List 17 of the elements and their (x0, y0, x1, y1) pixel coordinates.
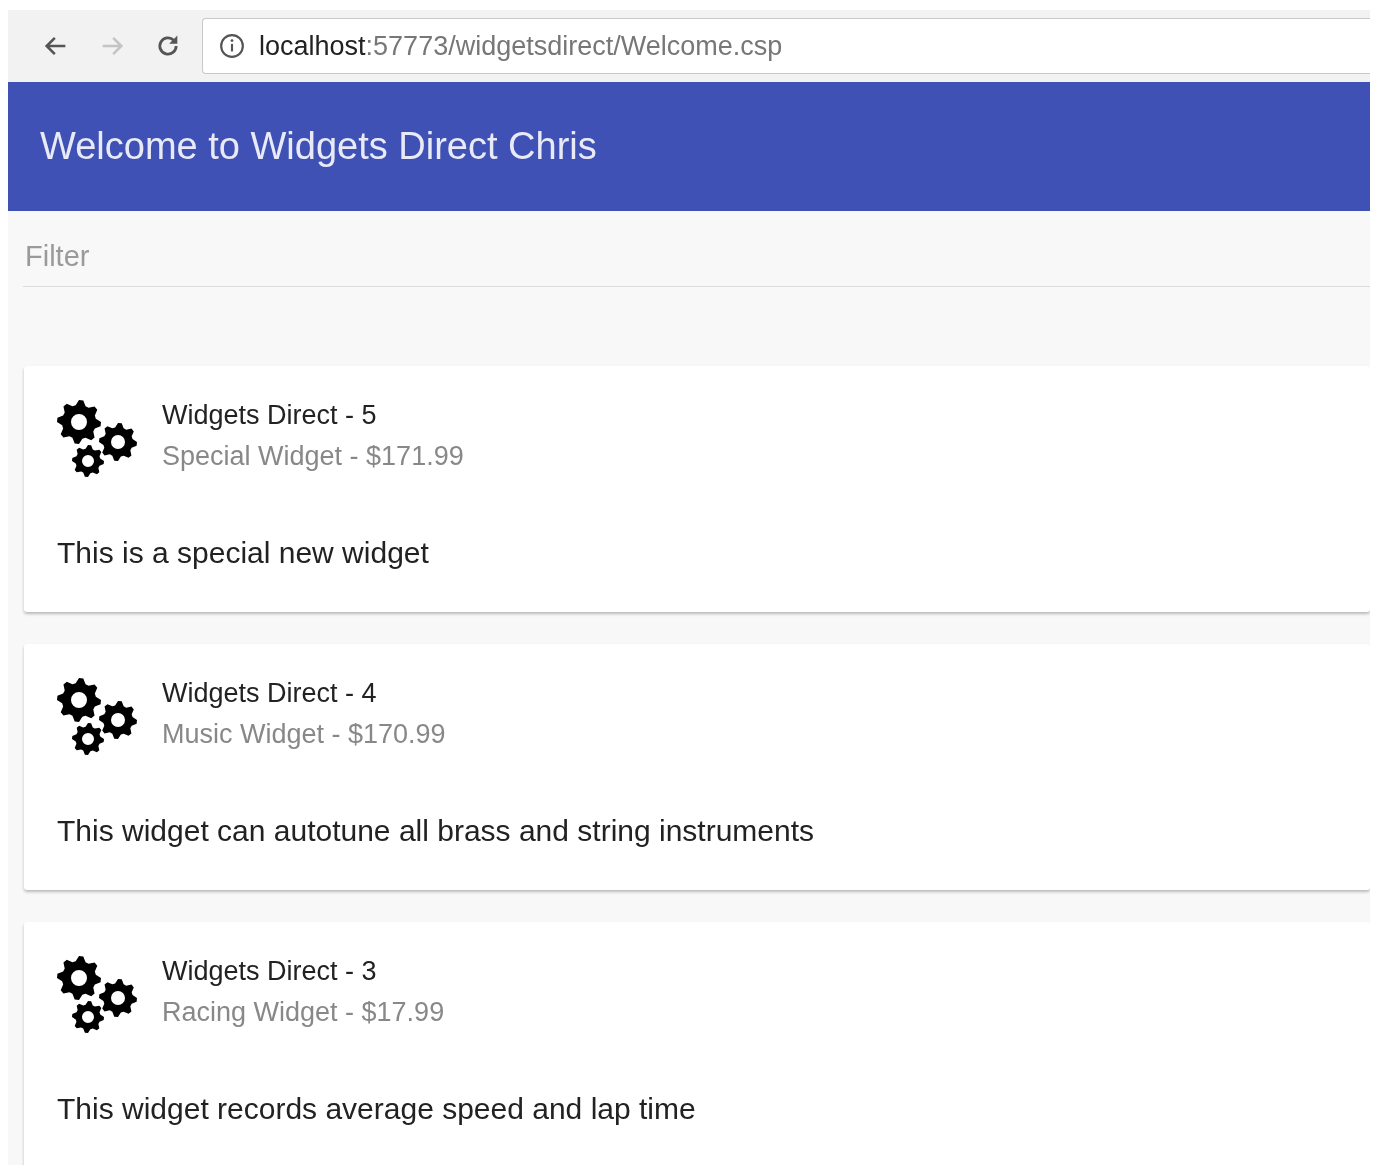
card-subtitle: Music Widget - $170.99 (162, 719, 446, 750)
card-description: This widget can autotune all brass and string instruments (57, 814, 816, 848)
address-bar[interactable]: localhost:57773/widgetsdirect/Welcome.csp (202, 18, 1370, 74)
url-text: localhost:57773/widgetsdirect/Welcome.csp (259, 30, 783, 62)
filter-field[interactable]: Filter (23, 235, 1370, 287)
page-title: Welcome to Widgets Direct Chris (40, 125, 597, 168)
gears-icon (56, 676, 138, 756)
card-title: Widgets Direct - 5 (162, 400, 378, 431)
info-icon (219, 33, 245, 59)
card-subtitle: Racing Widget - $17.99 (162, 997, 445, 1028)
card-title: Widgets Direct - 3 (162, 956, 378, 987)
card-description: This widget records average speed and lap time (57, 1092, 697, 1126)
card-subtitle: Special Widget - $171.99 (162, 441, 464, 472)
card-title: Widgets Direct - 4 (162, 678, 378, 709)
gears-icon (56, 954, 138, 1034)
card-description: This is a special new widget (57, 536, 430, 570)
gears-icon (56, 398, 138, 478)
